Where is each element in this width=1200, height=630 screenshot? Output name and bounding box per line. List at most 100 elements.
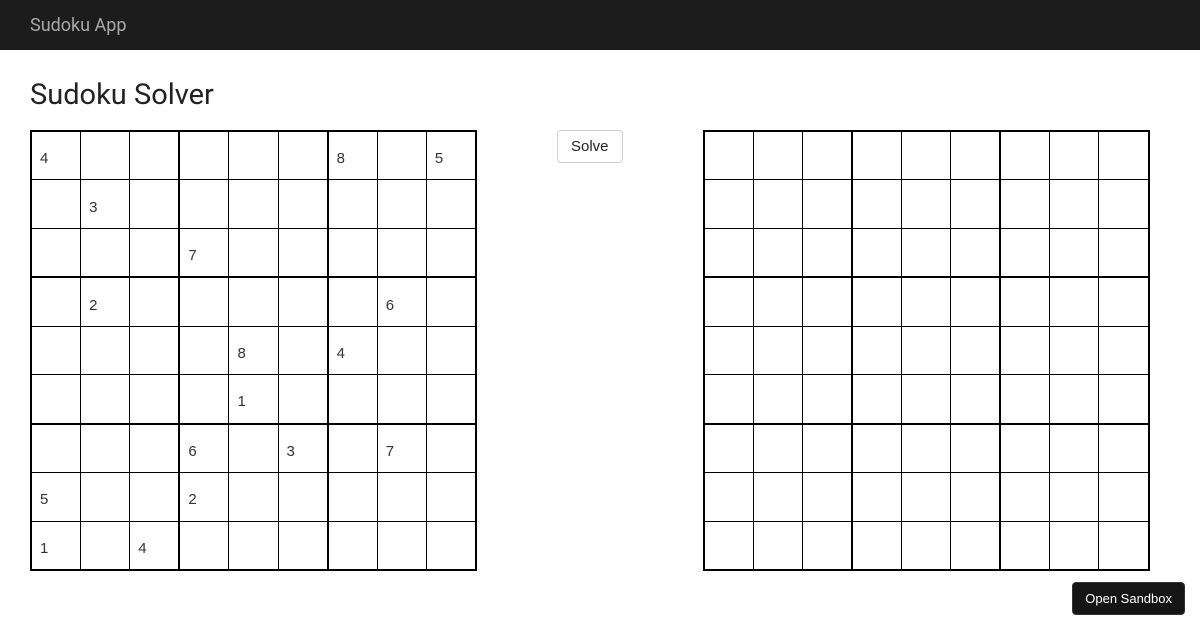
sudoku-cell-input[interactable] xyxy=(32,375,80,422)
sudoku-cell-input[interactable] xyxy=(279,229,327,276)
sudoku-cell[interactable] xyxy=(81,327,130,374)
sudoku-cell[interactable] xyxy=(130,522,180,569)
open-sandbox-button[interactable]: Open Sandbox xyxy=(1072,582,1185,615)
sudoku-cell-input[interactable] xyxy=(180,229,228,276)
sudoku-cell-input[interactable] xyxy=(229,278,277,325)
sudoku-cell-input[interactable] xyxy=(279,278,327,325)
sudoku-cell-input[interactable] xyxy=(130,229,178,276)
sudoku-cell-input[interactable] xyxy=(378,473,426,520)
sudoku-cell-input[interactable] xyxy=(32,278,80,325)
sudoku-cell-input[interactable] xyxy=(427,375,475,422)
sudoku-cell[interactable] xyxy=(329,375,378,422)
sudoku-cell[interactable] xyxy=(427,278,475,325)
sudoku-cell-input[interactable] xyxy=(378,327,426,374)
sudoku-cell[interactable] xyxy=(32,229,81,276)
sudoku-cell[interactable] xyxy=(180,278,229,325)
sudoku-cell[interactable] xyxy=(378,278,427,325)
sudoku-cell[interactable] xyxy=(427,132,475,179)
sudoku-cell[interactable] xyxy=(229,327,278,374)
sudoku-cell-input[interactable] xyxy=(427,180,475,227)
sudoku-cell[interactable] xyxy=(229,229,278,276)
sudoku-cell-input[interactable] xyxy=(279,375,327,422)
sudoku-cell-input[interactable] xyxy=(180,180,228,227)
sudoku-cell[interactable] xyxy=(180,132,229,179)
sudoku-cell[interactable] xyxy=(32,375,81,422)
sudoku-cell[interactable] xyxy=(180,522,229,569)
sudoku-cell-input[interactable] xyxy=(130,522,178,569)
sudoku-cell[interactable] xyxy=(378,375,427,422)
sudoku-cell[interactable] xyxy=(378,229,427,276)
sudoku-cell[interactable] xyxy=(378,132,427,179)
sudoku-cell-input[interactable] xyxy=(329,425,377,472)
sudoku-cell-input[interactable] xyxy=(378,229,426,276)
sudoku-cell-input[interactable] xyxy=(378,278,426,325)
sudoku-cell[interactable] xyxy=(229,473,278,520)
sudoku-cell[interactable] xyxy=(32,327,81,374)
sudoku-cell[interactable] xyxy=(329,473,378,520)
sudoku-cell-input[interactable] xyxy=(81,180,129,227)
sudoku-cell[interactable] xyxy=(130,473,180,520)
sudoku-cell[interactable] xyxy=(279,522,329,569)
sudoku-cell[interactable] xyxy=(180,375,229,422)
sudoku-cell-input[interactable] xyxy=(427,327,475,374)
sudoku-cell[interactable] xyxy=(427,327,475,374)
sudoku-cell-input[interactable] xyxy=(130,327,178,374)
sudoku-cell[interactable] xyxy=(229,522,278,569)
sudoku-cell-input[interactable] xyxy=(279,425,327,472)
sudoku-cell[interactable] xyxy=(378,473,427,520)
sudoku-cell[interactable] xyxy=(279,180,329,227)
sudoku-cell-input[interactable] xyxy=(279,132,327,179)
sudoku-cell-input[interactable] xyxy=(378,522,426,569)
sudoku-cell[interactable] xyxy=(32,132,81,179)
sudoku-cell[interactable] xyxy=(229,180,278,227)
sudoku-cell[interactable] xyxy=(180,327,229,374)
sudoku-cell[interactable] xyxy=(229,132,278,179)
sudoku-cell[interactable] xyxy=(329,132,378,179)
sudoku-cell[interactable] xyxy=(427,522,475,569)
sudoku-cell-input[interactable] xyxy=(229,425,277,472)
sudoku-cell-input[interactable] xyxy=(329,180,377,227)
sudoku-cell[interactable] xyxy=(279,473,329,520)
sudoku-cell[interactable] xyxy=(378,522,427,569)
sudoku-cell[interactable] xyxy=(180,229,229,276)
sudoku-cell[interactable] xyxy=(229,375,278,422)
solve-button[interactable]: Solve xyxy=(557,130,623,163)
sudoku-cell-input[interactable] xyxy=(130,425,178,472)
sudoku-cell[interactable] xyxy=(180,425,229,472)
sudoku-cell-input[interactable] xyxy=(81,375,129,422)
sudoku-cell-input[interactable] xyxy=(32,327,80,374)
sudoku-cell[interactable] xyxy=(81,522,130,569)
sudoku-cell[interactable] xyxy=(81,375,130,422)
sudoku-cell-input[interactable] xyxy=(130,278,178,325)
sudoku-cell[interactable] xyxy=(180,473,229,520)
sudoku-cell-input[interactable] xyxy=(81,522,129,569)
sudoku-cell[interactable] xyxy=(279,278,329,325)
sudoku-cell-input[interactable] xyxy=(32,180,80,227)
sudoku-cell-input[interactable] xyxy=(180,375,228,422)
sudoku-cell[interactable] xyxy=(329,229,378,276)
sudoku-cell[interactable] xyxy=(427,229,475,276)
sudoku-cell-input[interactable] xyxy=(229,327,277,374)
sudoku-cell[interactable] xyxy=(279,375,329,422)
sudoku-cell[interactable] xyxy=(32,473,81,520)
sudoku-cell[interactable] xyxy=(130,180,180,227)
sudoku-cell-input[interactable] xyxy=(32,229,80,276)
sudoku-cell-input[interactable] xyxy=(130,473,178,520)
sudoku-cell[interactable] xyxy=(378,180,427,227)
sudoku-cell-input[interactable] xyxy=(378,375,426,422)
sudoku-cell[interactable] xyxy=(427,425,475,472)
sudoku-cell-input[interactable] xyxy=(81,132,129,179)
sudoku-cell[interactable] xyxy=(130,327,180,374)
sudoku-cell-input[interactable] xyxy=(81,425,129,472)
sudoku-cell[interactable] xyxy=(32,522,81,569)
sudoku-cell-input[interactable] xyxy=(81,229,129,276)
sudoku-cell[interactable] xyxy=(279,327,329,374)
sudoku-cell[interactable] xyxy=(427,180,475,227)
sudoku-cell-input[interactable] xyxy=(229,132,277,179)
sudoku-cell[interactable] xyxy=(329,425,378,472)
sudoku-cell-input[interactable] xyxy=(229,229,277,276)
sudoku-cell-input[interactable] xyxy=(130,375,178,422)
sudoku-cell[interactable] xyxy=(427,375,475,422)
sudoku-cell[interactable] xyxy=(81,278,130,325)
sudoku-cell[interactable] xyxy=(81,132,130,179)
